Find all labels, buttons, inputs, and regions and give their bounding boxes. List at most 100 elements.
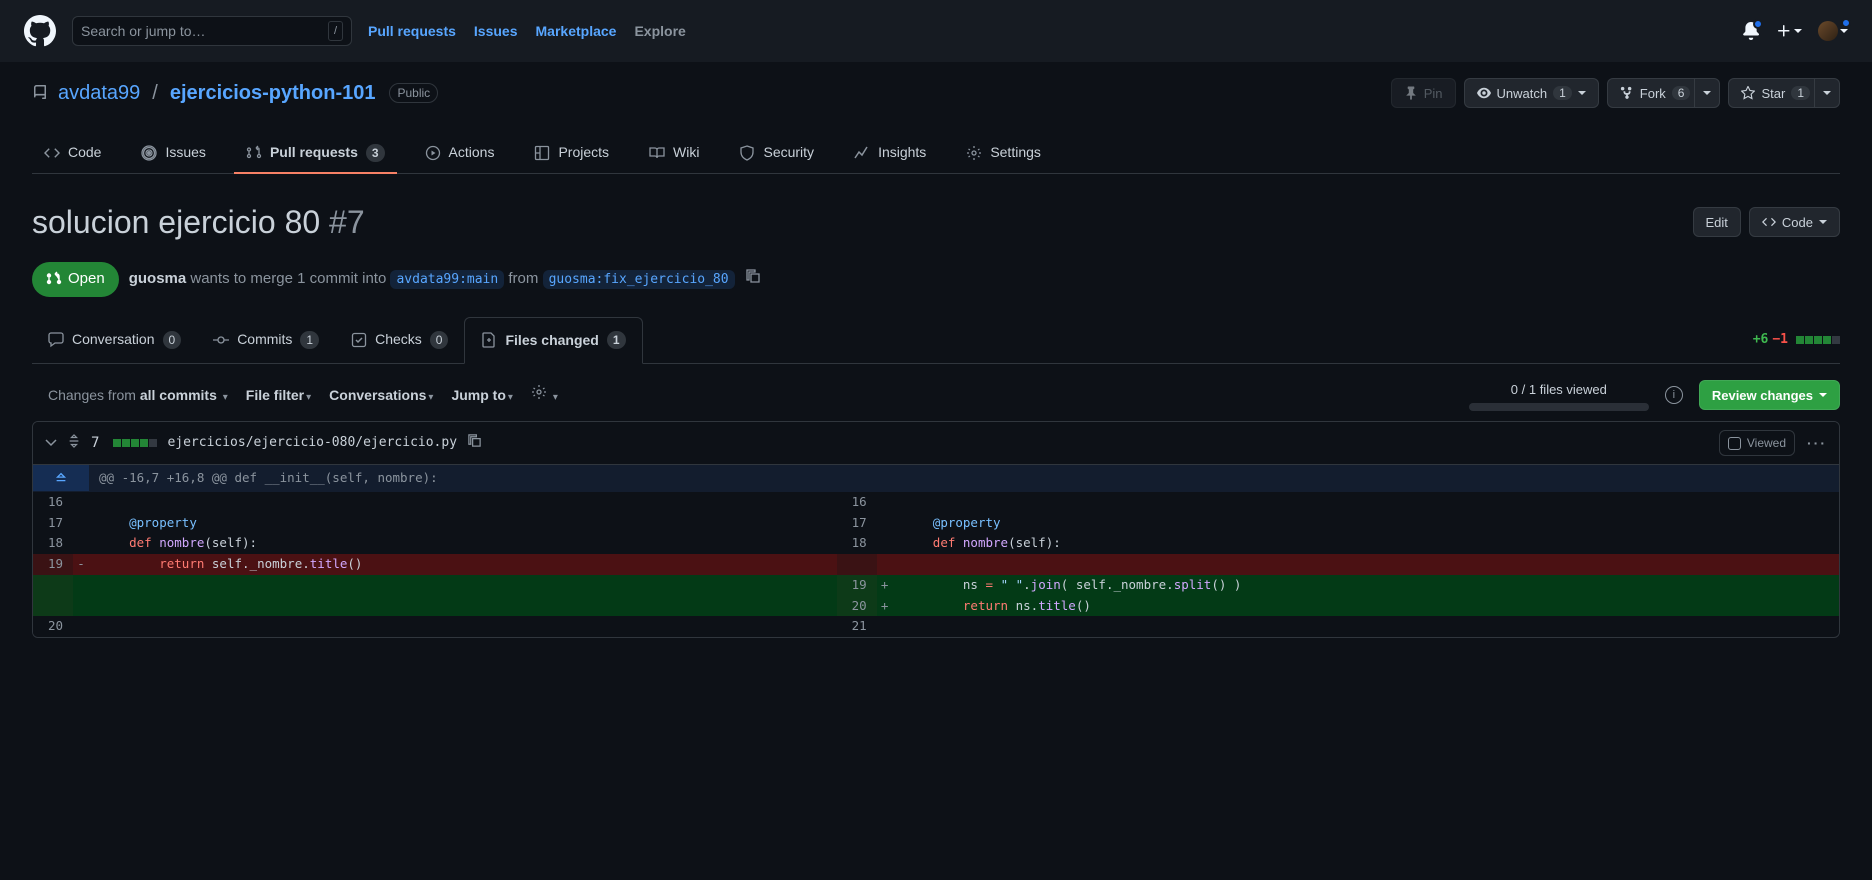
expand-all-button[interactable] bbox=[67, 433, 81, 454]
github-logo[interactable] bbox=[24, 15, 56, 47]
line-code-left[interactable]: @property bbox=[89, 513, 837, 534]
line-sign-right: + bbox=[877, 596, 893, 617]
line-number-right[interactable]: 17 bbox=[837, 513, 877, 534]
repo-icon bbox=[32, 85, 48, 101]
repo-name-link[interactable]: ejercicios-python-101 bbox=[170, 78, 376, 108]
star-icon bbox=[1741, 86, 1755, 100]
edit-title-button[interactable]: Edit bbox=[1693, 207, 1741, 237]
pr-title: solucion ejercicio 80 #7 bbox=[32, 198, 1677, 246]
global-search[interactable]: Search or jump to… / bbox=[72, 16, 352, 46]
line-sign-right bbox=[877, 554, 893, 575]
line-number-left[interactable]: 20 bbox=[33, 616, 73, 637]
line-number-right[interactable]: 21 bbox=[837, 616, 877, 637]
line-code-right[interactable] bbox=[893, 492, 1839, 513]
line-code-right[interactable]: return ns.title() bbox=[893, 596, 1839, 617]
fork-menu[interactable] bbox=[1694, 78, 1720, 108]
copy-icon bbox=[467, 433, 482, 448]
tab-security[interactable]: Security bbox=[727, 132, 826, 173]
notifications-button[interactable] bbox=[1742, 22, 1760, 40]
base-branch[interactable]: avdata99:main bbox=[390, 270, 504, 289]
line-sign-left bbox=[73, 616, 89, 637]
line-number-left[interactable] bbox=[33, 575, 73, 596]
tab-code[interactable]: Code bbox=[32, 132, 113, 173]
notification-dot-icon bbox=[1753, 19, 1763, 29]
line-number-left[interactable]: 17 bbox=[33, 513, 73, 534]
jump-to-menu[interactable]: Jump to▾ bbox=[451, 385, 512, 406]
tab-issues[interactable]: Issues bbox=[129, 132, 217, 173]
line-number-right[interactable]: 18 bbox=[837, 533, 877, 554]
subtab-commits[interactable]: Commits 1 bbox=[197, 317, 335, 363]
line-code-right[interactable] bbox=[893, 616, 1839, 637]
line-code-left[interactable] bbox=[89, 616, 837, 637]
line-code-left[interactable]: return self._nombre.title() bbox=[89, 554, 837, 575]
user-menu[interactable] bbox=[1818, 21, 1848, 41]
line-number-left[interactable] bbox=[33, 596, 73, 617]
nav-pulls[interactable]: Pull requests bbox=[368, 21, 456, 42]
nav-issues[interactable]: Issues bbox=[474, 21, 518, 42]
line-number-left[interactable]: 16 bbox=[33, 492, 73, 513]
diffstat-squares bbox=[1796, 336, 1840, 344]
subtab-checks[interactable]: Checks 0 bbox=[335, 317, 464, 363]
viewed-progress: 0 / 1 files viewed bbox=[1469, 380, 1649, 412]
expand-hunk-button[interactable] bbox=[33, 465, 89, 492]
star-button[interactable]: Star 1 bbox=[1728, 78, 1823, 108]
tab-wiki[interactable]: Wiki bbox=[637, 132, 711, 173]
line-number-left[interactable]: 19 bbox=[33, 554, 73, 575]
repo-owner-link[interactable]: avdata99 bbox=[58, 78, 140, 108]
subtab-conversation[interactable]: Conversation 0 bbox=[32, 317, 197, 363]
file-menu-button[interactable]: ··· bbox=[1807, 433, 1827, 454]
visibility-badge: Public bbox=[389, 83, 438, 103]
create-new-menu[interactable] bbox=[1776, 23, 1802, 39]
line-number-right[interactable]: 20 bbox=[837, 596, 877, 617]
line-number-left[interactable]: 18 bbox=[33, 533, 73, 554]
line-code-left[interactable]: def nombre(self): bbox=[89, 533, 837, 554]
line-code-left[interactable] bbox=[89, 596, 837, 617]
tab-insights[interactable]: Insights bbox=[842, 132, 938, 173]
file-filter-menu[interactable]: File filter▾ bbox=[246, 385, 311, 406]
info-icon[interactable]: i bbox=[1665, 386, 1683, 404]
copy-path-button[interactable] bbox=[467, 433, 482, 454]
viewed-toggle[interactable]: Viewed bbox=[1719, 430, 1795, 456]
line-code-left[interactable] bbox=[89, 575, 837, 596]
subtab-files[interactable]: Files changed 1 bbox=[464, 317, 642, 364]
line-code-left[interactable] bbox=[89, 492, 837, 513]
global-nav: Pull requests Issues Marketplace Explore bbox=[368, 21, 686, 42]
fork-button[interactable]: Fork 6 bbox=[1607, 78, 1704, 108]
code-dropdown-button[interactable]: Code bbox=[1749, 207, 1840, 237]
chevron-down-icon bbox=[45, 436, 57, 448]
line-code-right[interactable] bbox=[893, 554, 1839, 575]
unfold-up-icon bbox=[54, 471, 68, 485]
tab-pulls[interactable]: Pull requests 3 bbox=[234, 132, 397, 173]
line-sign-left: - bbox=[73, 554, 89, 575]
line-sign-left bbox=[73, 492, 89, 513]
chevron-down-icon bbox=[1578, 89, 1586, 97]
tab-projects[interactable]: Projects bbox=[522, 132, 621, 173]
line-number-right[interactable] bbox=[837, 554, 877, 575]
slash-hint: / bbox=[328, 21, 343, 42]
star-menu[interactable] bbox=[1814, 78, 1840, 108]
tab-actions[interactable]: Actions bbox=[413, 132, 507, 173]
copy-branch-button[interactable] bbox=[745, 268, 761, 292]
changes-from-menu[interactable]: Changes from all commits ▾ bbox=[48, 385, 228, 406]
gear-icon bbox=[531, 384, 547, 400]
pin-button[interactable]: Pin bbox=[1391, 78, 1456, 108]
line-code-right[interactable]: @property bbox=[893, 513, 1839, 534]
conversations-menu[interactable]: Conversations▾ bbox=[329, 385, 433, 406]
line-number-right[interactable]: 19 bbox=[837, 575, 877, 596]
line-number-right[interactable]: 16 bbox=[837, 492, 877, 513]
collapse-file-button[interactable] bbox=[45, 433, 57, 454]
review-changes-button[interactable]: Review changes bbox=[1699, 380, 1840, 410]
line-code-right[interactable]: ns = " ".join( self._nombre.split() ) bbox=[893, 575, 1839, 596]
file-change-count: 7 bbox=[91, 433, 99, 454]
head-branch[interactable]: guosma:fix_ejercicio_80 bbox=[543, 270, 735, 289]
code-icon bbox=[1762, 215, 1776, 229]
nav-marketplace[interactable]: Marketplace bbox=[536, 21, 617, 42]
pr-author[interactable]: guosma bbox=[129, 270, 187, 287]
file-path[interactable]: ejercicios/ejercicio-080/ejercicio.py bbox=[167, 433, 457, 453]
unwatch-button[interactable]: Unwatch 1 bbox=[1464, 78, 1599, 108]
tab-settings[interactable]: Settings bbox=[954, 132, 1053, 173]
nav-explore[interactable]: Explore bbox=[634, 21, 685, 42]
diff-settings-menu[interactable]: ▾ bbox=[531, 384, 558, 406]
line-sign-left bbox=[73, 596, 89, 617]
line-code-right[interactable]: def nombre(self): bbox=[893, 533, 1839, 554]
